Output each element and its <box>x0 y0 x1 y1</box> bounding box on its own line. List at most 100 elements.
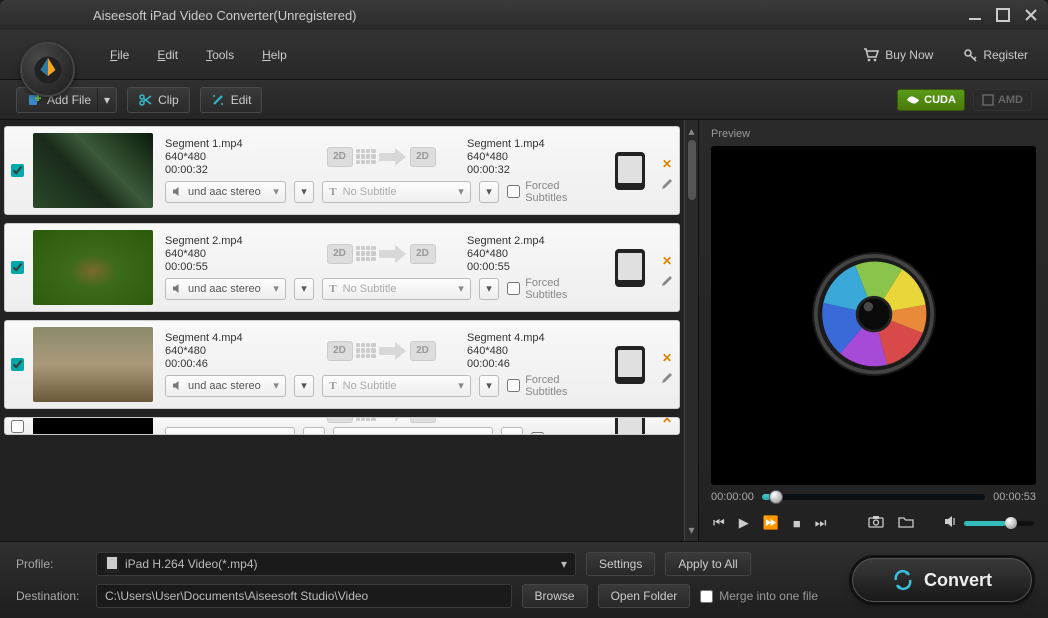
settings-button[interactable]: Settings <box>586 552 655 576</box>
subtitle-dropdown[interactable]: T No Subtitle ▾ <box>322 278 471 300</box>
amd-toggle[interactable]: AMD <box>973 89 1032 111</box>
register-button[interactable]: Register <box>963 48 1028 62</box>
forced-subtitles-checkbox[interactable] <box>531 432 549 436</box>
menu-tools[interactable]: Tools <box>206 48 234 62</box>
thumbnail[interactable] <box>33 417 153 435</box>
subtitle-extra-dropdown[interactable]: ▾ <box>479 181 499 203</box>
convert-arrow: 2D 2D <box>295 147 467 167</box>
row-checkbox[interactable] <box>11 420 24 433</box>
prev-button[interactable]: ⏮ <box>713 515 725 531</box>
preview-screen[interactable] <box>711 146 1036 485</box>
forced-subtitles-input[interactable] <box>531 432 544 436</box>
subtitle-dropdown[interactable]: T No Subtitle ▾ <box>322 375 471 397</box>
merge-checkbox-input[interactable] <box>700 590 713 603</box>
mute-button[interactable] <box>944 515 958 531</box>
next-button[interactable]: ⏭ <box>815 515 827 531</box>
apply-to-all-button[interactable]: Apply to All <box>665 552 750 576</box>
open-snapshot-folder-button[interactable] <box>898 515 914 531</box>
titlebar[interactable]: Aiseesoft iPad Video Converter(Unregiste… <box>0 0 1048 30</box>
row-edit-button[interactable] <box>659 370 675 386</box>
target-duration: 00:00:32 <box>467 164 597 176</box>
forced-subtitles-input[interactable] <box>507 185 520 198</box>
forced-subtitles-checkbox[interactable]: Forced Subtitles <box>507 180 597 204</box>
subtitle-dropdown[interactable]: T ▾ <box>333 427 493 435</box>
device-icon <box>615 249 645 287</box>
remove-row-button[interactable]: ✕ <box>659 253 675 269</box>
edit-button[interactable]: Edit <box>200 87 263 113</box>
close-button[interactable] <box>1022 6 1040 24</box>
clip-label: Clip <box>158 93 179 107</box>
browse-button[interactable]: Browse <box>522 584 588 608</box>
subtitle-extra-dropdown[interactable]: ▾ <box>479 375 499 397</box>
pencil-icon <box>661 433 673 435</box>
profile-dropdown[interactable]: iPad H.264 Video(*.mp4) ▾ <box>96 552 576 576</box>
fast-forward-button[interactable]: ⏩ <box>763 515 779 531</box>
row-edit-button[interactable] <box>659 431 675 435</box>
forced-subtitles-checkbox[interactable]: Forced Subtitles <box>507 374 597 398</box>
destination-field[interactable]: C:\Users\User\Documents\Aiseesoft Studio… <box>96 584 512 608</box>
dots-icon <box>356 417 376 421</box>
audio-track-dropdown[interactable]: und aac stereo ▾ <box>165 375 286 397</box>
destination-label: Destination: <box>16 589 86 603</box>
source-filename: Segment 4.mp4 <box>165 332 295 344</box>
convert-button[interactable]: Convert <box>852 558 1032 602</box>
row-checkbox[interactable] <box>11 358 24 371</box>
thumbnail[interactable] <box>33 327 153 402</box>
toolbar: Add File ▾ Clip Edit CUDA AMD <box>0 80 1048 120</box>
thumbnail[interactable] <box>33 133 153 208</box>
audio-track-dropdown[interactable]: und aac stereo ▾ <box>165 278 286 300</box>
target-2d-badge <box>410 417 436 423</box>
remove-row-button[interactable]: ✕ <box>659 156 675 172</box>
open-folder-button[interactable]: Open Folder <box>598 584 691 608</box>
snapshot-button[interactable] <box>868 515 884 531</box>
forced-subtitles-checkbox[interactable]: Forced Subtitles <box>507 277 597 301</box>
buy-now-button[interactable]: Buy Now <box>863 48 933 62</box>
subtitle-extra-dropdown[interactable]: ▾ <box>501 427 523 435</box>
remove-row-button[interactable]: ✕ <box>659 417 675 427</box>
forced-subtitles-input[interactable] <box>507 282 520 295</box>
forced-subtitles-input[interactable] <box>507 379 520 392</box>
audio-extra-dropdown[interactable]: ▾ <box>294 375 314 397</box>
row-edit-button[interactable] <box>659 273 675 289</box>
camera-icon <box>868 515 884 528</box>
remove-row-button[interactable]: ✕ <box>659 350 675 366</box>
source-2d-badge: 2D <box>327 341 353 361</box>
clip-button[interactable]: Clip <box>127 87 190 113</box>
subtitle-dropdown[interactable]: T No Subtitle ▾ <box>322 181 471 203</box>
merge-checkbox[interactable]: Merge into one file <box>700 589 818 603</box>
row-checkbox[interactable] <box>11 164 24 177</box>
window-title: Aiseesoft iPad Video Converter(Unregiste… <box>93 8 357 23</box>
subtitle-value: No Subtitle <box>343 186 397 198</box>
minimize-button[interactable] <box>966 6 984 24</box>
device-icon <box>615 346 645 384</box>
audio-extra-dropdown[interactable]: ▾ <box>294 181 314 203</box>
audio-extra-dropdown[interactable]: ▾ <box>294 278 314 300</box>
menu-edit[interactable]: Edit <box>157 48 178 62</box>
audio-track-dropdown[interactable]: ▾ <box>165 427 295 435</box>
menu-file[interactable]: File <box>110 48 129 62</box>
device-icon <box>615 417 645 435</box>
volume-knob[interactable] <box>1005 517 1017 529</box>
arrow-icon <box>379 147 407 167</box>
seek-slider[interactable] <box>762 494 985 500</box>
dots-icon <box>356 246 376 262</box>
thumbnail[interactable] <box>33 230 153 305</box>
maximize-button[interactable] <box>994 6 1012 24</box>
row-checkbox[interactable] <box>11 261 24 274</box>
speaker-icon <box>944 515 958 528</box>
row-edit-button[interactable] <box>659 176 675 192</box>
scrollbar-thumb[interactable] <box>688 140 696 200</box>
subtitle-extra-dropdown[interactable]: ▾ <box>479 278 499 300</box>
menu-help[interactable]: Help <box>262 48 287 62</box>
stop-button[interactable]: ■ <box>793 516 801 531</box>
play-button[interactable]: ▶ <box>739 515 749 531</box>
add-file-dropdown[interactable]: ▾ <box>97 88 116 112</box>
audio-track-dropdown[interactable]: und aac stereo ▾ <box>165 181 286 203</box>
cuda-toggle[interactable]: CUDA <box>897 89 965 111</box>
volume-slider[interactable] <box>964 521 1034 526</box>
audio-extra-dropdown[interactable]: ▾ <box>303 427 325 435</box>
dots-icon <box>356 343 376 359</box>
target-2d-badge: 2D <box>410 147 436 167</box>
seek-knob[interactable] <box>769 490 783 504</box>
list-scrollbar[interactable]: ▴ ▾ <box>684 120 698 541</box>
